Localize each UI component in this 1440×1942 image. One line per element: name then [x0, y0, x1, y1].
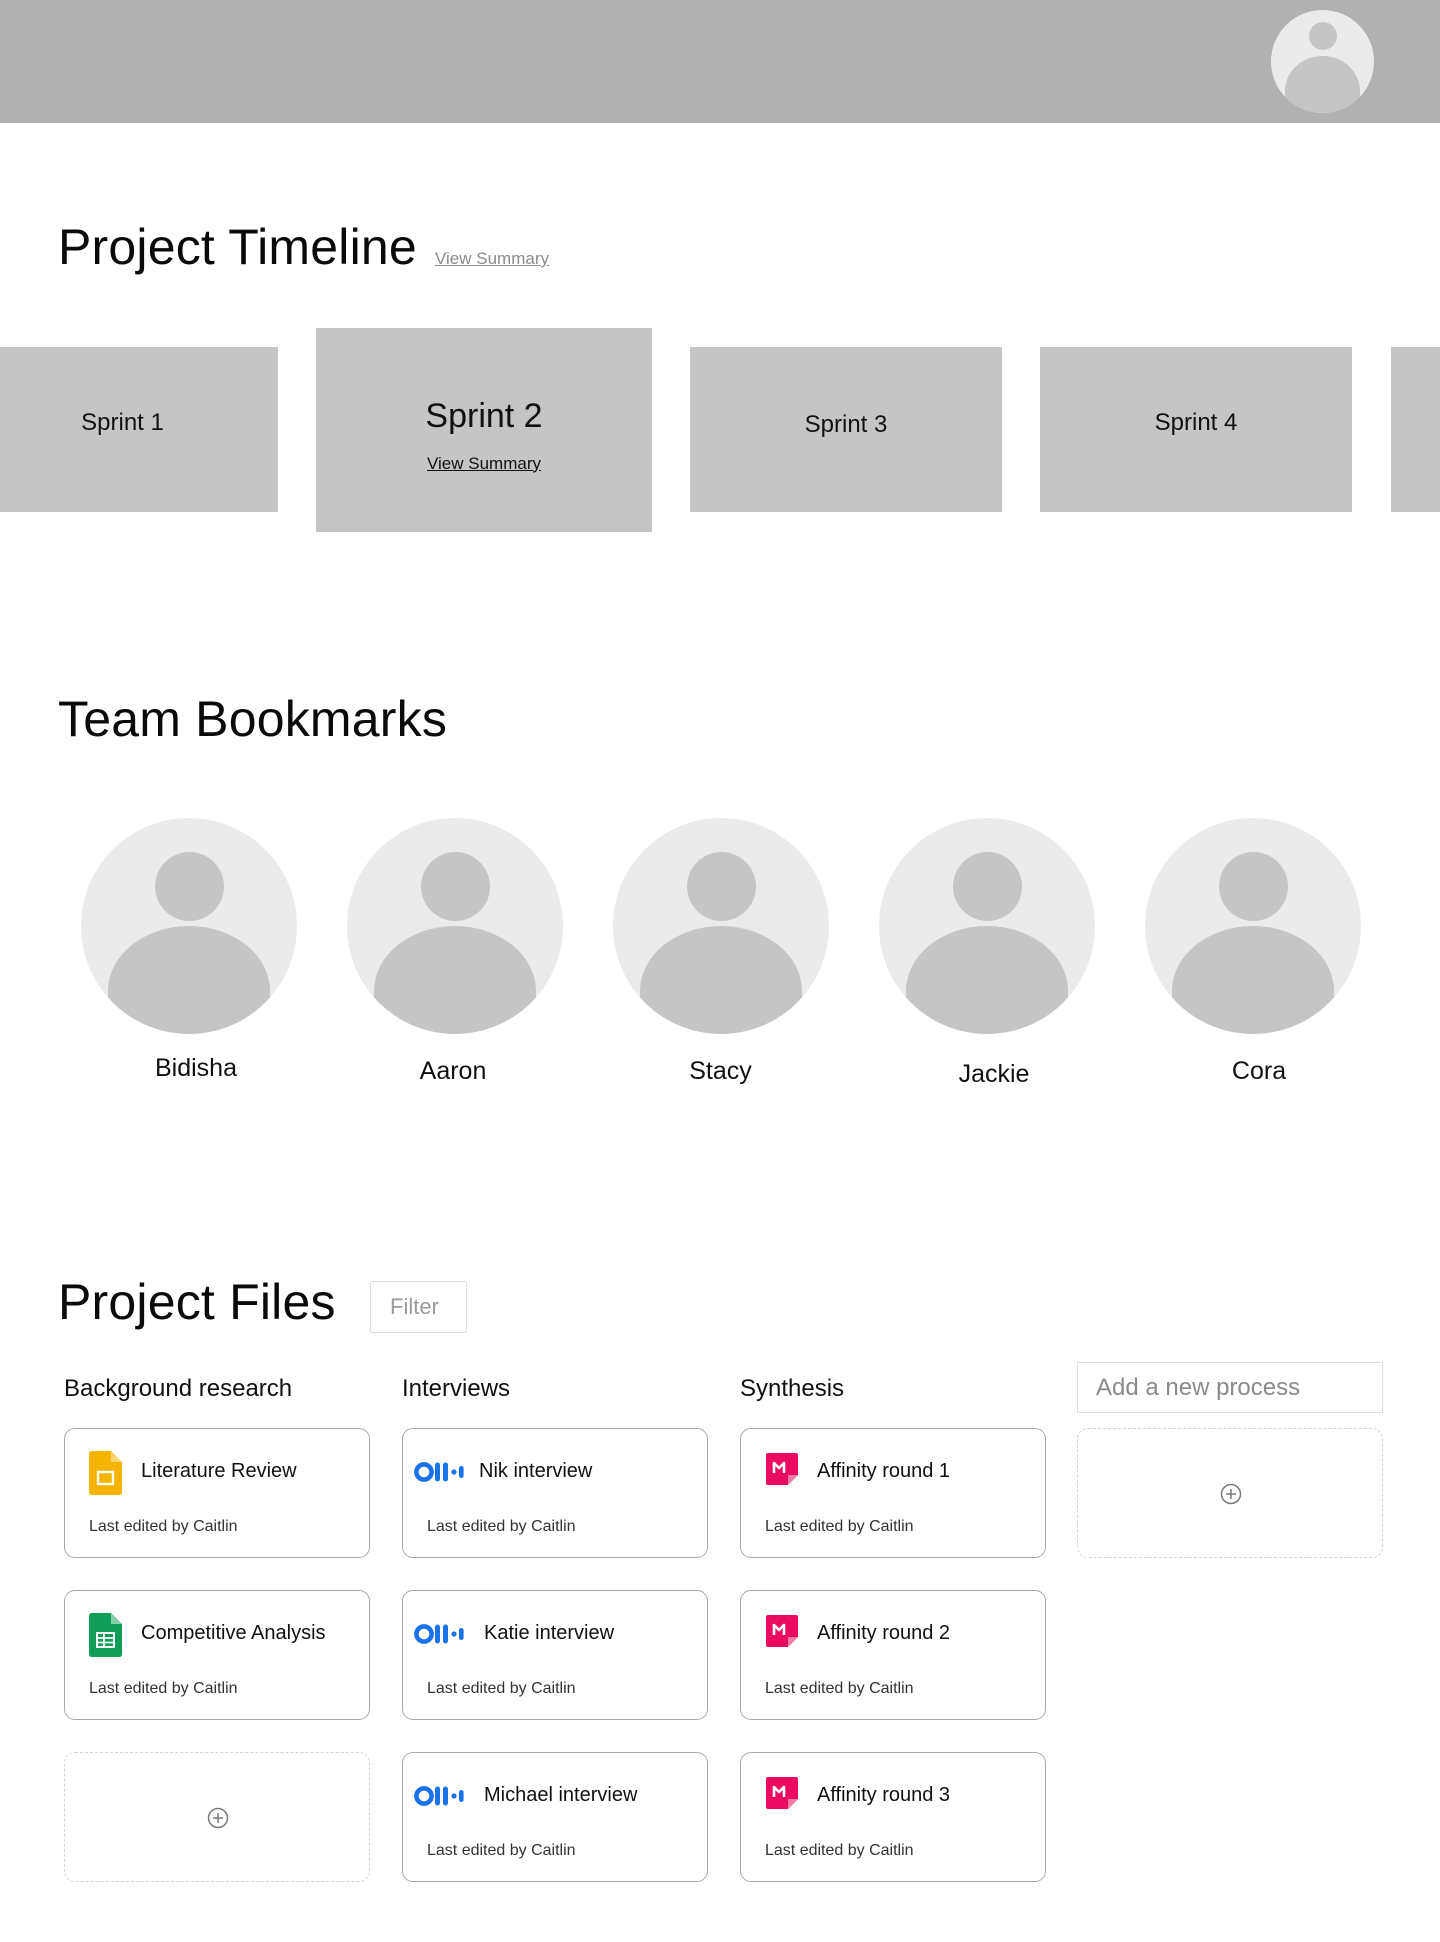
file-title: Nik interview [479, 1460, 593, 1482]
filter-button[interactable]: Filter [370, 1281, 467, 1333]
plus-circle-icon [1220, 1483, 1242, 1510]
member-name: Bidisha [155, 1054, 237, 1082]
otter-icon [414, 1623, 468, 1650]
file-card-affinity-round-2[interactable]: Affinity round 2 Last edited by Caitlin [740, 1590, 1046, 1720]
file-last-edited: Last edited by Caitlin [765, 1680, 914, 1697]
sprint-label: Sprint 2 [425, 396, 543, 435]
top-header-bar [0, 0, 1440, 123]
miro-icon [766, 1453, 798, 1490]
file-last-edited: Last edited by Caitlin [427, 1518, 576, 1535]
team-title: Team Bookmarks [58, 691, 448, 747]
sprint-4-card[interactable]: Sprint 4 [1040, 347, 1352, 512]
otter-icon [414, 1785, 468, 1812]
column-heading-interviews: Interviews [402, 1375, 511, 1402]
miro-icon [766, 1615, 798, 1652]
sprint-3-card[interactable]: Sprint 3 [690, 347, 1002, 512]
plus-circle-icon [207, 1807, 229, 1834]
member-name: Stacy [689, 1057, 752, 1085]
member-avatar-icon [613, 818, 829, 1034]
file-card-katie-interview[interactable]: Katie interview Last edited by Caitlin [402, 1590, 708, 1720]
member-avatar-icon [1145, 818, 1361, 1034]
file-last-edited: Last edited by Caitlin [427, 1842, 576, 1859]
sprint-label: Sprint 1 [81, 408, 164, 436]
file-last-edited: Last edited by Caitlin [427, 1680, 576, 1697]
file-title: Competitive Analysis [141, 1622, 326, 1644]
member-name: Aaron [419, 1057, 487, 1085]
team-member-cora[interactable]: Cora [1145, 818, 1361, 1086]
column-heading-background-research: Background research [64, 1375, 293, 1402]
add-file-card-background-research[interactable] [64, 1752, 370, 1882]
google-sheets-icon [89, 1613, 122, 1662]
team-member-stacy[interactable]: Stacy [613, 818, 829, 1086]
file-title: Literature Review [141, 1460, 297, 1482]
sprint-label: Sprint 4 [1154, 408, 1238, 436]
file-title: Michael interview [484, 1784, 638, 1806]
team-member-jackie[interactable]: Jackie [879, 818, 1095, 1089]
google-slides-icon [89, 1451, 122, 1500]
file-title: Affinity round 3 [817, 1784, 951, 1806]
add-process-card[interactable] [1077, 1428, 1383, 1558]
file-last-edited: Last edited by Caitlin [765, 1518, 914, 1535]
files-title: Project Files [58, 1274, 336, 1330]
otter-icon [414, 1461, 468, 1488]
file-title: Affinity round 1 [817, 1460, 951, 1482]
file-last-edited: Last edited by Caitlin [89, 1680, 238, 1697]
file-card-michael-interview[interactable]: Michael interview Last edited by Caitlin [402, 1752, 708, 1882]
member-name: Jackie [958, 1060, 1030, 1088]
member-name: Cora [1231, 1057, 1287, 1085]
sprint-1-card[interactable]: Sprint 1 [0, 347, 278, 512]
file-last-edited: Last edited by Caitlin [89, 1518, 238, 1535]
file-last-edited: Last edited by Caitlin [765, 1842, 914, 1859]
miro-icon [766, 1777, 798, 1814]
file-card-affinity-round-1[interactable]: Affinity round 1 Last edited by Caitlin [740, 1428, 1046, 1558]
file-card-literature-review[interactable]: Literature Review Last edited by Caitlin [64, 1428, 370, 1558]
timeline-view-summary-link[interactable]: View Summary [435, 249, 549, 269]
member-avatar-icon [879, 818, 1095, 1034]
file-card-affinity-round-3[interactable]: Affinity round 3 Last edited by Caitlin [740, 1752, 1046, 1882]
team-member-aaron[interactable]: Aaron [347, 818, 563, 1086]
member-avatar-icon [81, 818, 297, 1034]
file-title: Affinity round 2 [817, 1622, 951, 1644]
sprint-label: Sprint 3 [804, 410, 888, 438]
member-avatar-icon [347, 818, 563, 1034]
sprint-2-view-summary-link[interactable]: View Summary [427, 454, 541, 474]
team-member-bidisha[interactable]: Bidisha [81, 818, 297, 1083]
file-card-nik-interview[interactable]: Nik interview Last edited by Caitlin [402, 1428, 708, 1558]
file-title: Katie interview [484, 1622, 615, 1644]
sprint-2-card[interactable]: Sprint 2 View Summary [316, 328, 652, 532]
sprint-5-card-partial[interactable] [1391, 347, 1440, 512]
timeline-title: Project Timeline [58, 219, 417, 275]
user-avatar-icon[interactable] [1271, 10, 1374, 113]
column-heading-synthesis: Synthesis [740, 1375, 845, 1402]
new-process-input[interactable]: Add a new process [1077, 1362, 1383, 1413]
file-card-competitive-analysis[interactable]: Competitive Analysis Last edited by Cait… [64, 1590, 370, 1720]
